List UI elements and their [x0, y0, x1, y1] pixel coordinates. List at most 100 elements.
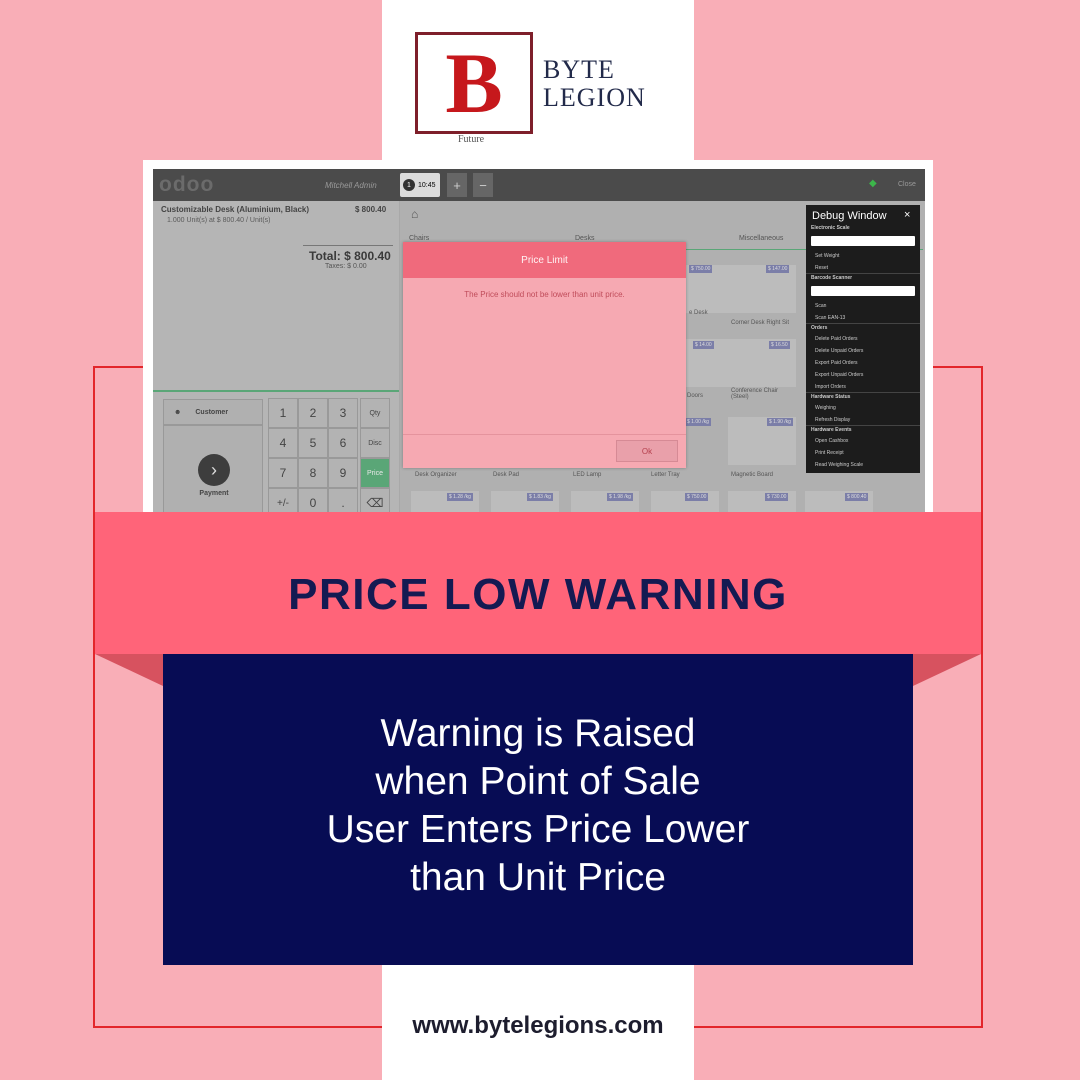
numpad-2[interactable]: 2 [298, 398, 328, 428]
debug-divider [806, 392, 920, 393]
close-button[interactable]: Close [898, 181, 916, 188]
product-name: Desk Pad [493, 472, 520, 478]
description-line: Warning is Raised [380, 712, 696, 755]
product-name: LED Lamp [573, 472, 602, 478]
product-price-tag: $ 800.40 [845, 493, 869, 501]
product-price-tag: $ 750.00 [689, 265, 713, 273]
debug-item[interactable]: Print Receipt [815, 450, 844, 456]
customer-button[interactable]: ☻ Customer [163, 399, 263, 425]
numpad-9[interactable]: 9 [328, 458, 358, 488]
pos-topbar: odoo Mitchell Admin 1 10:45 + − ◆ Close [153, 169, 925, 201]
order-tab[interactable]: 1 10:45 [400, 173, 440, 197]
description-text: Warning is Raised when Point of Sale Use… [163, 710, 913, 902]
product-price-tag: $ 1.83 /kg [527, 493, 553, 501]
product-name: Letter Tray [651, 472, 680, 478]
debug-item[interactable]: Open Cashbox [815, 438, 848, 444]
debug-title: Debug Window [812, 210, 887, 222]
debug-section-title: Barcode Scanner [811, 275, 853, 281]
payment-button[interactable]: › Payment [163, 425, 263, 521]
customer-label: Customer [195, 408, 229, 416]
ribbon-fold-left [95, 654, 163, 686]
product-name: Desk Organizer [415, 472, 457, 478]
orderline-product[interactable]: Customizable Desk (Aluminium, Black) [161, 205, 309, 214]
order-taxes: Taxes: $ 0.00 [325, 263, 367, 270]
logo: B [415, 32, 533, 134]
description-panel: Warning is Raised when Point of Sale Use… [163, 654, 913, 965]
ribbon-fold-right [913, 654, 981, 686]
logo-tagline: Future [458, 134, 485, 145]
product-price-tag: $ 147.00 [766, 265, 790, 273]
debug-divider [806, 273, 920, 274]
close-icon[interactable]: × [904, 209, 910, 221]
numpad-7[interactable]: 7 [268, 458, 298, 488]
logo-line2: LEGION [543, 83, 646, 112]
pos-screen: odoo Mitchell Admin 1 10:45 + − ◆ Close … [153, 169, 925, 528]
home-icon[interactable]: ⌂ [411, 207, 418, 221]
debug-section-title: Hardware Status [811, 394, 851, 400]
weight-input[interactable] [811, 236, 915, 246]
numpad-5[interactable]: 5 [298, 428, 328, 458]
numpad-1[interactable]: 1 [268, 398, 298, 428]
description-line: than Unit Price [410, 856, 666, 899]
description-line: when Point of Sale [375, 760, 701, 803]
numpad-6[interactable]: 6 [328, 428, 358, 458]
logo-line1: BYTE [543, 55, 615, 84]
numpad-8[interactable]: 8 [298, 458, 328, 488]
debug-section-title: Orders [811, 325, 828, 331]
debug-item[interactable]: Import Orders [815, 384, 846, 390]
product-name: Magnetic Board [731, 472, 774, 478]
product-price-tag: $ 14.00 [693, 341, 714, 349]
debug-item[interactable]: Refresh Display [815, 417, 850, 423]
product-name: Doors [687, 393, 704, 399]
debug-item[interactable]: Scan [815, 303, 826, 309]
actionpad-divider [153, 390, 399, 392]
barcode-input[interactable] [811, 286, 915, 296]
logo-wordmark: BYTE LEGION [543, 56, 646, 112]
odoo-logo: odoo [159, 173, 215, 196]
dialog-footer-divider [403, 434, 686, 435]
dialog-title: Price Limit [403, 242, 686, 278]
product-name: Conference Chair (Steel) [731, 388, 779, 400]
debug-item[interactable]: Scan EAN-13 [815, 315, 845, 321]
total-divider [303, 245, 393, 246]
ok-button[interactable]: Ok [616, 440, 678, 462]
logo-letter: B [445, 35, 503, 131]
price-limit-dialog: Price Limit The Price should not be lowe… [403, 242, 686, 468]
order-number: 1 [403, 179, 415, 191]
product-name: Corner Desk Right Sit [731, 320, 790, 326]
user-name[interactable]: Mitchell Admin [325, 181, 377, 190]
product-price-tag: $ 730.00 [765, 493, 789, 501]
payment-label: Payment [199, 490, 229, 497]
user-icon: ☻ [174, 408, 182, 416]
product-price-tag: $ 750.00 [685, 493, 709, 501]
order-total: Total: $ 800.40 [309, 249, 391, 263]
debug-divider [806, 323, 920, 324]
numpad-price[interactable]: Price [360, 458, 390, 488]
debug-item[interactable]: Export Paid Orders [815, 360, 858, 366]
debug-section-title: Hardware Events [811, 427, 852, 433]
add-order-button[interactable]: + [447, 173, 467, 197]
debug-item[interactable]: Weighing [815, 405, 836, 411]
category-chairs[interactable]: Chairs [409, 235, 429, 242]
product-price-tag: $ 1.98 /kg [607, 493, 633, 501]
description-line: User Enters Price Lower [326, 808, 750, 851]
debug-item[interactable]: Reset [815, 265, 828, 271]
numpad-disc[interactable]: Disc [360, 428, 390, 458]
numpad-4[interactable]: 4 [268, 428, 298, 458]
category-desks[interactable]: Desks [575, 235, 594, 242]
chevron-right-icon: › [198, 454, 230, 486]
product-price-tag: $ 1.90 /kg [767, 418, 793, 426]
debug-item[interactable]: Set Weight [815, 253, 839, 259]
debug-item[interactable]: Delete Paid Orders [815, 336, 858, 342]
website-url[interactable]: www.bytelegions.com [382, 1012, 694, 1040]
remove-order-button[interactable]: − [473, 173, 493, 197]
numpad-qty[interactable]: Qty [360, 398, 390, 428]
product-name: e Desk [689, 310, 708, 316]
debug-item[interactable]: Delete Unpaid Orders [815, 348, 863, 354]
product-price-tag: $ 1.28 /kg [447, 493, 473, 501]
debug-item[interactable]: Read Weighing Scale [815, 462, 863, 468]
category-miscellaneous[interactable]: Miscellaneous [739, 235, 783, 242]
debug-item[interactable]: Export Unpaid Orders [815, 372, 863, 378]
numpad-3[interactable]: 3 [328, 398, 358, 428]
debug-window: Debug Window × Electronic Scale Set Weig… [806, 205, 920, 473]
